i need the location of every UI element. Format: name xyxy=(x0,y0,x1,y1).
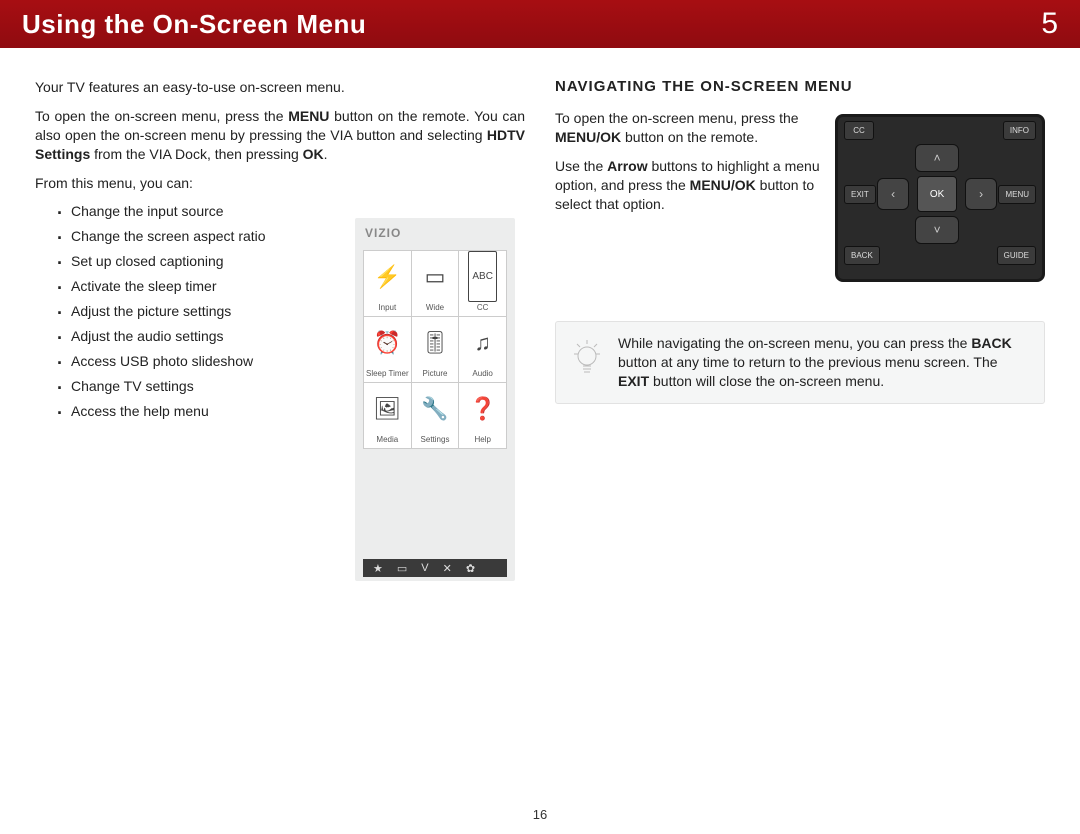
remote-back-button: BACK xyxy=(844,246,880,265)
sliders-icon: 🎚 xyxy=(421,317,449,368)
nav-arrow-paragraph: Use the Arrow buttons to highlight a men… xyxy=(555,157,825,214)
remote-menu-button: MENU xyxy=(998,185,1036,204)
page-title: Using the On-Screen Menu xyxy=(22,9,366,40)
remote-info-button: INFO xyxy=(1003,121,1036,140)
photos-icon: 🖼 xyxy=(373,383,401,434)
menu-tile-cc: ABCCC xyxy=(459,251,507,317)
abc-icon: ABC xyxy=(468,251,497,302)
open-menu-paragraph: To open the on-screen menu, press the ME… xyxy=(35,107,525,164)
menu-footer-bar: ★ ▭ V ✕ ✿ xyxy=(363,559,507,577)
chapter-header: Using the On-Screen Menu 5 xyxy=(0,0,1080,48)
onscreen-menu-illustration: VIZIO ⚡Input ▭Wide ABCCC ⏰Sleep Timer 🎚P… xyxy=(355,218,515,581)
page-number: 16 xyxy=(0,807,1080,822)
arrow-up-icon: ˄ xyxy=(915,144,959,172)
remote-dpad: ˄ ˅ ‹ › OK xyxy=(877,144,997,244)
list-item: Adjust the audio settings xyxy=(57,327,297,346)
star-icon: ★ xyxy=(373,562,383,575)
from-this-menu-paragraph: From this menu, you can: xyxy=(35,174,525,193)
arrow-left-icon: ‹ xyxy=(877,178,909,210)
plug-icon: ⚡ xyxy=(374,251,401,302)
x-icon: ✕ xyxy=(443,562,452,575)
music-icon: ♫ xyxy=(474,317,491,368)
tip-callout: While navigating the on-screen menu, you… xyxy=(555,321,1045,404)
menu-tile-media: 🖼Media xyxy=(364,383,412,449)
remote-cc-button: CC xyxy=(844,121,874,140)
nav-open-paragraph: To open the on-screen menu, press the ME… xyxy=(555,109,825,147)
list-item: Change the input source xyxy=(57,202,297,221)
remote-guide-button: GUIDE xyxy=(997,246,1036,265)
vizio-v-icon: V xyxy=(421,562,428,574)
menu-tile-settings: 🔧Settings xyxy=(412,383,460,449)
menu-tile-input: ⚡Input xyxy=(364,251,412,317)
question-icon: ❓ xyxy=(469,383,496,434)
menu-tile-audio: ♫Audio xyxy=(459,317,507,383)
menu-tile-wide: ▭Wide xyxy=(412,251,460,317)
chapter-number: 5 xyxy=(1041,7,1058,41)
wrench-icon: 🔧 xyxy=(421,383,448,434)
menu-tile-help: ❓Help xyxy=(459,383,507,449)
section-heading: NAVIGATING THE ON-SCREEN MENU xyxy=(555,78,1045,95)
remote-ok-button: OK xyxy=(917,176,957,212)
feature-list: Change the input source Change the scree… xyxy=(57,202,297,420)
tv-icon: ▭ xyxy=(425,251,446,302)
arrow-down-icon: ˅ xyxy=(915,216,959,244)
tip-text: While navigating the on-screen menu, you… xyxy=(618,334,1030,391)
wide-icon: ▭ xyxy=(397,562,407,575)
lightbulb-icon xyxy=(570,338,604,376)
menu-tile-sleep: ⏰Sleep Timer xyxy=(364,317,412,383)
clock-icon: ⏰ xyxy=(374,317,401,368)
list-item: Activate the sleep timer xyxy=(57,277,297,296)
left-column: Your TV features an easy-to-use on-scree… xyxy=(35,78,525,426)
gear-icon: ✿ xyxy=(466,562,475,575)
remote-illustration: CC INFO EXIT ˄ ˅ ‹ › OK MENU BACK GUIDE xyxy=(835,114,1045,282)
list-item: Access the help menu xyxy=(57,402,297,421)
list-item: Adjust the picture settings xyxy=(57,302,297,321)
vizio-logo: VIZIO xyxy=(365,226,507,240)
right-column: NAVIGATING THE ON-SCREEN MENU To open th… xyxy=(555,78,1045,426)
arrow-right-icon: › xyxy=(965,178,997,210)
list-item: Access USB photo slideshow xyxy=(57,352,297,371)
remote-exit-button: EXIT xyxy=(844,185,876,204)
intro-paragraph: Your TV features an easy-to-use on-scree… xyxy=(35,78,525,97)
list-item: Change the screen aspect ratio xyxy=(57,227,297,246)
list-item: Change TV settings xyxy=(57,377,297,396)
menu-tile-picture: 🎚Picture xyxy=(412,317,460,383)
list-item: Set up closed captioning xyxy=(57,252,297,271)
